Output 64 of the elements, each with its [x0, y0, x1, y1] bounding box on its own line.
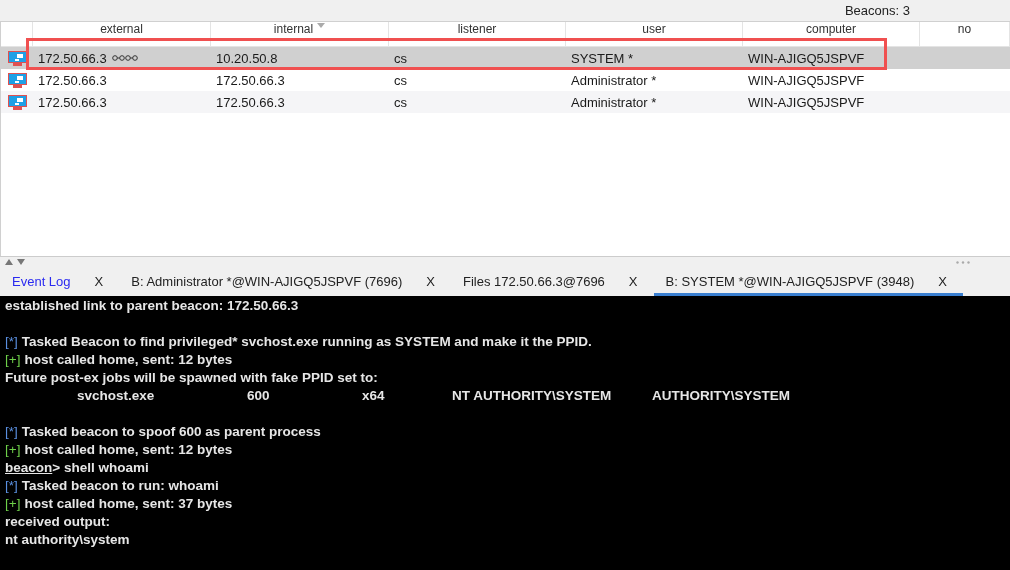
- table-cell: 172.50.66.3: [38, 94, 107, 110]
- console-line: host called home, sent: 12 bytes: [24, 351, 233, 369]
- column-header[interactable]: user: [566, 22, 743, 46]
- beacon-row[interactable]: 172.50.66.3 172.50.66.3 cs Administrator * WIN-AJIGQ5JSPVF: [1, 91, 1010, 113]
- tab[interactable]: B: Administrator *@WIN-AJIGQ5JSPVF (7696) X: [119, 267, 451, 296]
- table-cell: 172.50.66.3: [216, 72, 285, 88]
- tab-label[interactable]: B: Administrator *@WIN-AJIGQ5JSPVF (7696): [131, 274, 403, 289]
- table-cell: 172.50.66.3: [38, 50, 107, 66]
- table-cell: cs: [394, 72, 407, 88]
- column-header[interactable]: internal: [211, 22, 389, 46]
- console-cell: NT AUTHORITY\SYSTEM: [452, 388, 612, 403]
- tab-close[interactable]: X: [426, 274, 435, 289]
- console-line: Future post-ex jobs will be spawned with fake PPID set to:: [5, 369, 378, 387]
- tab-close[interactable]: X: [628, 274, 638, 289]
- tab-label[interactable]: Event Log: [12, 274, 71, 289]
- console-line: nt authority\system: [5, 531, 130, 549]
- collapse-arrows-icon[interactable]: [5, 259, 27, 265]
- table-cell: 10.20.50.8: [216, 50, 278, 66]
- console-line: host called home, sent: 37 bytes: [24, 495, 233, 513]
- beacon-row[interactable]: 172.50.66.3 10.20.50.8 cs SYSTEM * WIN-AJIGQ5JSPVF: [1, 47, 1010, 69]
- monitor-icon: [7, 50, 27, 66]
- table-cell: WIN-AJIGQ5JSPVF: [748, 50, 865, 66]
- table-cell: 172.50.66.3: [216, 94, 285, 110]
- monitor-icon: [7, 72, 27, 88]
- monitor-icon: [7, 94, 27, 110]
- table-cell: 172.50.66.3: [38, 72, 107, 88]
- prompt-label: beacon: [5, 459, 53, 477]
- tab[interactable]: Files 172.50.66.3@7696 X: [451, 267, 654, 296]
- column-header[interactable]: no: [920, 22, 1010, 46]
- tab-label[interactable]: B: SYSTEM *@WIN-AJIGQ5JSPVF (3948): [665, 274, 915, 289]
- column-header[interactable]: external: [33, 22, 211, 46]
- table-cell: SYSTEM *: [571, 50, 634, 66]
- beacon-count: Beacons: 3: [844, 3, 910, 18]
- table-cell: cs: [394, 50, 407, 66]
- table-cell: Administrator *: [571, 72, 657, 88]
- console-cell: x64: [362, 388, 385, 403]
- console-cell: AUTHORITY\SYSTEM: [652, 388, 790, 403]
- status-marker: [*]: [5, 477, 18, 495]
- table-cell: WIN-AJIGQ5JSPVF: [748, 94, 865, 110]
- status-marker: [+]: [5, 441, 21, 459]
- console-line: established link to parent beacon: 172.50.66.3: [5, 297, 299, 315]
- status-marker: [+]: [5, 495, 21, 513]
- console-line: Tasked beacon to run: whoami: [21, 477, 219, 495]
- status-marker: [*]: [5, 333, 18, 351]
- status-marker: [+]: [5, 351, 21, 369]
- console-cell: 600: [247, 388, 270, 403]
- grip-icon[interactable]: [956, 260, 970, 264]
- table-cell: cs: [394, 94, 407, 110]
- column-header[interactable]: computer: [743, 22, 920, 46]
- console-line: Tasked beacon to spoof 600 as parent process: [21, 423, 321, 441]
- console-line: Tasked Beacon to find privileged* svchost.exe running as SYSTEM and make it the PPID.: [21, 333, 592, 351]
- column-header[interactable]: listener: [389, 22, 566, 46]
- tab-label[interactable]: Files 172.50.66.3@7696: [463, 274, 605, 289]
- table-cell: Administrator *: [571, 94, 657, 110]
- tab[interactable]: Event Log X: [0, 267, 120, 296]
- status-marker: [*]: [5, 423, 18, 441]
- tab-close[interactable]: X: [938, 274, 947, 289]
- table-cell: WIN-AJIGQ5JSPVF: [748, 72, 865, 88]
- tab-close[interactable]: X: [94, 274, 104, 289]
- chain-icon: [111, 54, 138, 62]
- console-cell: svchost.exe: [77, 388, 155, 403]
- console-command: > shell whoami: [52, 459, 149, 477]
- console-line: host called home, sent: 12 bytes: [24, 441, 233, 459]
- console-line: received output:: [5, 513, 110, 531]
